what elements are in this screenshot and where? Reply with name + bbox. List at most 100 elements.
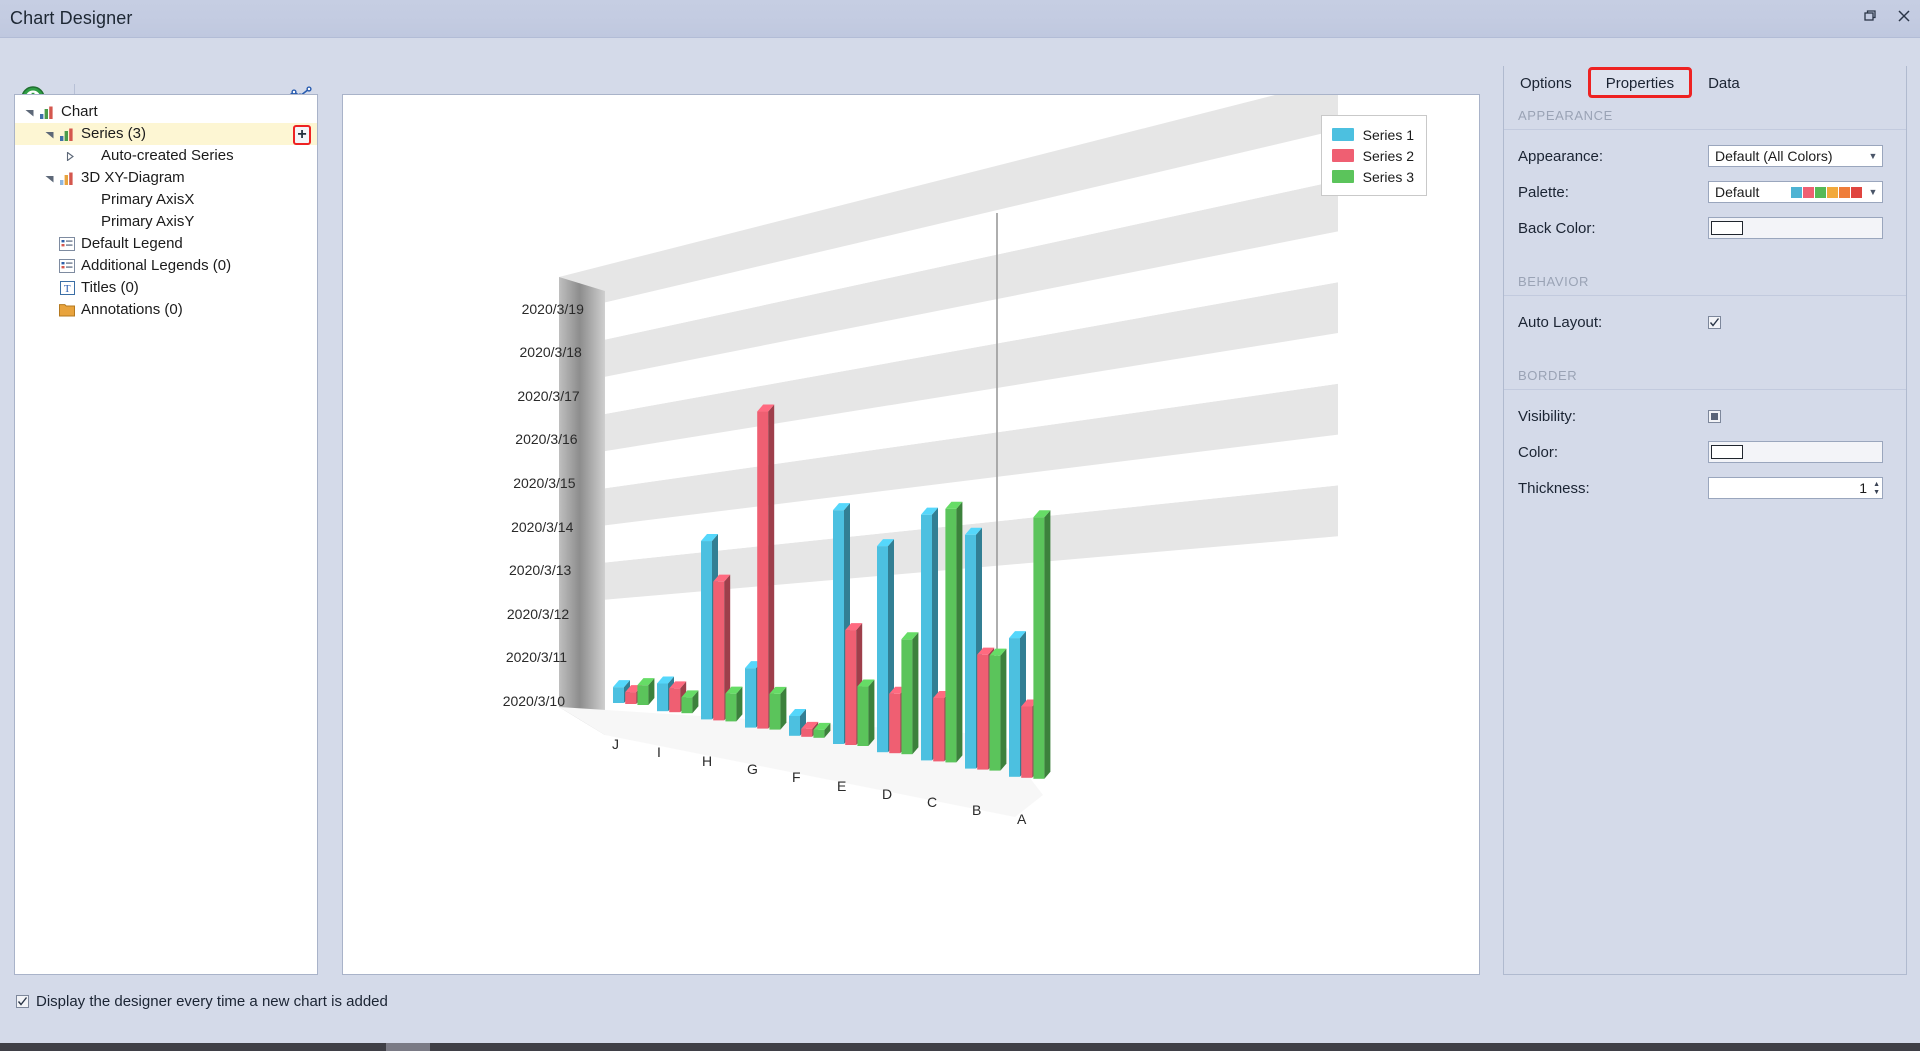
properties-tabs[interactable]: Options Properties Data	[1503, 66, 1907, 98]
chart-bar	[713, 581, 725, 721]
visibility-checkbox[interactable]	[1708, 409, 1721, 423]
chart-bar	[901, 639, 913, 755]
property-label: Auto Layout:	[1518, 313, 1603, 331]
appearance-value: Default (All Colors)	[1715, 148, 1833, 164]
tab-options[interactable]: Options	[1503, 68, 1589, 98]
tree-item-label: Auto-created Series	[101, 147, 234, 164]
close-icon[interactable]	[1896, 8, 1912, 24]
tree-expander-collapsed-icon[interactable]	[61, 145, 77, 167]
palette-swatch	[1851, 186, 1862, 198]
x-axis-tick-label: I	[657, 744, 661, 761]
window-title: Chart Designer	[10, 8, 133, 28]
color-color-picker[interactable]	[1708, 441, 1883, 463]
tree-item-label: Default Legend	[81, 235, 183, 252]
legend-swatch	[1331, 128, 1354, 141]
property-label: Back Color:	[1518, 219, 1596, 237]
tree-item-primary-axisy[interactable]: Primary AxisY	[15, 211, 317, 233]
y-axis-tick-label: 2020/3/17	[517, 387, 580, 404]
chart-bar	[745, 668, 756, 728]
x-axis-tick-label: D	[882, 785, 893, 802]
chart-bar	[725, 693, 737, 722]
legend-label: Series 3	[1362, 168, 1414, 185]
property-row: Back Color:	[1504, 210, 1906, 246]
tree-item-default-legend[interactable]: Default Legend	[15, 233, 317, 255]
palette-swatch	[1815, 186, 1826, 198]
tree-item-auto-created-series[interactable]: Auto-created Series	[15, 145, 317, 167]
property-row: Appearance: Default (All Colors) ▼	[1504, 138, 1906, 174]
tree-item-annotations-0[interactable]: Annotations (0)	[15, 299, 317, 321]
back-color-color-picker[interactable]	[1708, 217, 1883, 239]
property-field: Default (All Colors) ▼	[1708, 145, 1883, 167]
palette-combobox[interactable]: Default ▼	[1708, 181, 1883, 203]
display-designer-checkbox[interactable]	[16, 995, 29, 1008]
window-controls	[1862, 8, 1912, 24]
legend-item[interactable]: Series 1	[1331, 124, 1414, 145]
chart-bar	[1021, 706, 1033, 778]
spinner-up-icon[interactable]: ▲	[1873, 481, 1880, 488]
add-series-button[interactable]: +	[293, 125, 311, 145]
taskbar-active-item	[386, 1043, 430, 1051]
auto-layout-checkbox[interactable]	[1708, 315, 1721, 329]
chart-preview-panel: 2020/3/10 2020/3/11 2020/3/12 2020/3/13 2020…	[342, 79, 1480, 975]
tree-expander-expanded-icon[interactable]	[41, 167, 57, 189]
tree-item-primary-axisx[interactable]: Primary AxisX	[15, 189, 317, 211]
chart-bar	[1009, 638, 1020, 777]
chart-bar	[637, 685, 649, 705]
property-row: Palette: Default ▼	[1504, 174, 1906, 210]
property-field: Default ▼	[1708, 181, 1883, 203]
tree-item-additional-legends-0[interactable]: Additional Legends (0)	[15, 255, 317, 277]
tree-item-label: Annotations (0)	[81, 301, 183, 318]
property-label: Visibility:	[1518, 407, 1577, 425]
chart-legend[interactable]: Series 1 Series 2 Series 3	[1320, 115, 1427, 196]
tree-item-label: Additional Legends (0)	[81, 257, 232, 274]
y-axis-tick-label: 2020/3/16	[515, 431, 578, 448]
restore-icon[interactable]	[1862, 8, 1878, 24]
chart-bar	[681, 697, 693, 714]
chart-bar	[701, 541, 712, 720]
tree-item-label: Chart	[61, 103, 98, 120]
series-icon	[57, 123, 77, 145]
property-label: Palette:	[1518, 183, 1569, 201]
tree-item-titles-0[interactable]: T Titles (0)	[15, 277, 317, 299]
legend-item[interactable]: Series 2	[1331, 145, 1414, 166]
palette-value: Default	[1715, 184, 1760, 200]
svg-text:T: T	[63, 283, 70, 295]
chart-bar	[625, 692, 637, 704]
tree-item-chart[interactable]: Chart	[15, 101, 317, 123]
x-axis-tick-label: E	[837, 777, 847, 794]
legend-item[interactable]: Series 3	[1331, 166, 1414, 187]
properties-body: APPEARANCE Appearance: Default (All Colors…	[1504, 98, 1906, 974]
palette-preview-swatches	[1791, 186, 1862, 198]
thickness-spinner[interactable]: 1 ▲ ▼	[1708, 477, 1883, 499]
chevron-down-icon[interactable]: ▼	[1866, 151, 1880, 161]
property-row: Color:	[1504, 434, 1906, 470]
display-designer-checkbox-row[interactable]: Display the designer every time a new ch…	[16, 993, 388, 1010]
spinner-down-icon[interactable]: ▼	[1873, 489, 1880, 496]
chart-designer-window: Chart Designer Chart Series (3) + Auto-c…	[0, 0, 1920, 1051]
chevron-down-icon[interactable]: ▼	[1866, 187, 1880, 197]
chart-bar	[657, 683, 668, 712]
property-field	[1708, 315, 1721, 329]
chart-element-tree[interactable]: Chart Series (3) + Auto-created Series 3D XY…	[15, 95, 317, 321]
properties-panel: APPEARANCE Appearance: Default (All Colors…	[1503, 66, 1907, 975]
tab-data[interactable]: Data	[1691, 68, 1757, 98]
tree-expander-none	[41, 233, 57, 255]
tree-icon-none	[77, 189, 97, 211]
appearance-combobox[interactable]: Default (All Colors) ▼	[1708, 145, 1883, 167]
y-axis-tick-label: 2020/3/12	[506, 605, 570, 622]
chart-plot-area[interactable]: 2020/3/10 2020/3/11 2020/3/12 2020/3/13 2020…	[343, 79, 1479, 974]
palette-swatch	[1827, 186, 1838, 198]
title-icon: T	[57, 277, 77, 299]
spinner-arrows[interactable]: ▲ ▼	[1873, 481, 1880, 496]
chart-bar	[833, 510, 844, 744]
x-axis-tick-label: J	[612, 736, 619, 752]
tree-item-3d-xy-diagram[interactable]: 3D XY-Diagram	[15, 167, 317, 189]
legend-swatch	[1331, 170, 1354, 183]
legend-swatch	[1331, 149, 1354, 162]
tree-expander-expanded-icon[interactable]	[21, 101, 37, 123]
tree-expander-expanded-icon[interactable]	[41, 123, 57, 145]
palette-swatch	[1803, 186, 1814, 198]
tree-item-series-3[interactable]: Series (3) +	[15, 123, 317, 145]
tab-properties[interactable]: Properties	[1587, 67, 1693, 98]
property-field	[1708, 441, 1883, 463]
